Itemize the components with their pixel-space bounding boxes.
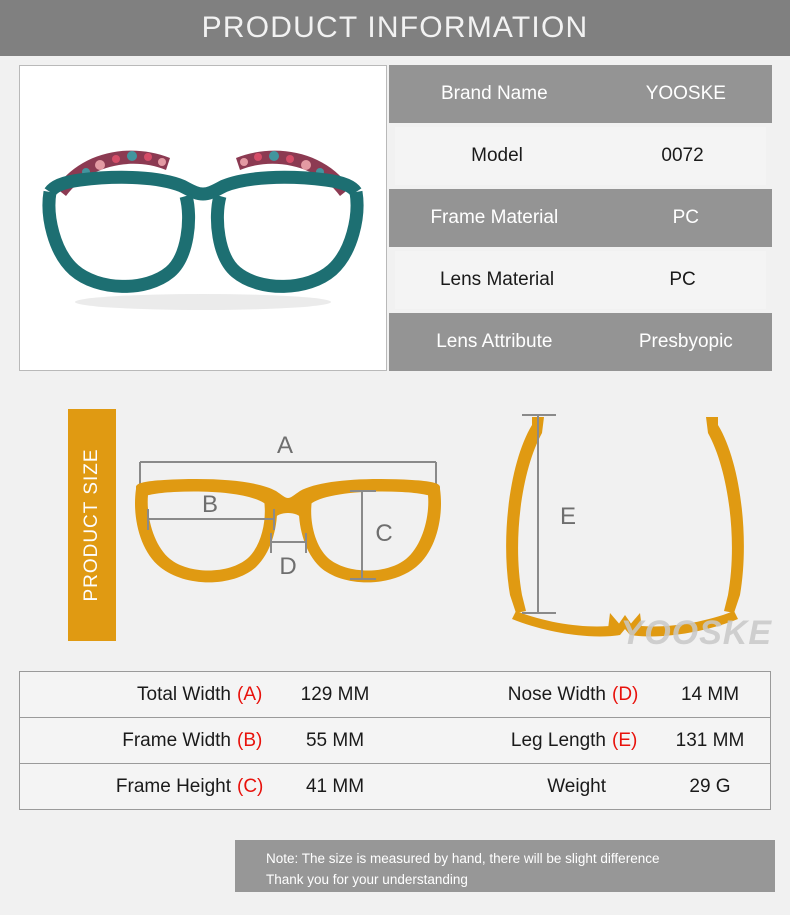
measure-name-leg-length: Leg Length xyxy=(510,729,606,751)
measure-cell-frame-height: Frame Height (C) 41 MM xyxy=(20,764,395,809)
page-header: PRODUCT INFORMATION xyxy=(0,0,790,56)
spec-label-lens-attribute: Lens Attribute xyxy=(436,331,553,352)
measure-value-nose-width: 14 MM xyxy=(680,683,740,705)
measure-name-weight: Weight xyxy=(547,775,606,797)
front-view-diagram: A B D C xyxy=(135,432,441,583)
spec-row-lens-attribute: Lens Attribute Presbyopic xyxy=(389,313,772,371)
svg-text:A: A xyxy=(277,432,293,459)
specification-table: Brand Name YOOSKE Model 0072 Frame Mater… xyxy=(389,65,772,371)
measure-key-leg-length: (E) xyxy=(612,729,638,751)
side-view-diagram: E xyxy=(506,414,744,637)
product-size-band-label: PRODUCT SIZE xyxy=(81,448,102,602)
spec-label-lens-material: Lens Material xyxy=(439,269,555,290)
page-title: PRODUCT INFORMATION xyxy=(201,11,589,44)
table-row: Frame Width (B) 55 MM Leg Length (E) 131… xyxy=(20,718,770,764)
spec-value-frame-material: PC xyxy=(672,207,700,228)
measure-value-total-width: 129 MM xyxy=(300,683,370,705)
measure-key-frame-width: (B) xyxy=(237,729,263,751)
measure-key-frame-height: (C) xyxy=(237,775,264,797)
note-line-1: Note: The size is measured by hand, ther… xyxy=(266,851,660,866)
svg-text:D: D xyxy=(279,553,296,580)
table-row: Frame Height (C) 41 MM Weight 29 G xyxy=(20,764,770,810)
measure-cell-leg-length: Leg Length (E) 131 MM xyxy=(395,718,770,763)
measurement-table: Total Width (A) 129 MM Nose Width (D) 14… xyxy=(19,671,771,810)
measure-value-leg-length: 131 MM xyxy=(675,729,745,751)
spec-value-lens-attribute: Presbyopic xyxy=(638,331,733,352)
spec-row-brand-name: Brand Name YOOSKE xyxy=(389,65,772,123)
eyeglasses-front-photo-illustration xyxy=(20,66,386,370)
measure-name-total-width: Total Width xyxy=(137,683,231,705)
spec-row-model: Model 0072 xyxy=(395,127,766,185)
measure-value-weight: 29 G xyxy=(689,775,731,797)
spec-row-frame-material: Frame Material PC xyxy=(389,189,772,247)
measure-name-frame-width: Frame Width xyxy=(122,729,231,751)
spec-label-model: Model xyxy=(471,145,523,166)
measure-value-frame-height: 41 MM xyxy=(305,775,365,797)
svg-text:E: E xyxy=(560,503,576,530)
spec-value-model: 0072 xyxy=(661,145,704,166)
brand-watermark: YOOSKE xyxy=(620,614,772,652)
product-size-band: PRODUCT SIZE xyxy=(68,409,116,641)
product-overview-section: Brand Name YOOSKE Model 0072 Frame Mater… xyxy=(0,65,790,377)
spec-label-frame-material: Frame Material xyxy=(430,207,559,228)
measurement-note: Note: The size is measured by hand, ther… xyxy=(235,840,775,892)
svg-text:C: C xyxy=(375,520,392,547)
measure-cell-weight: Weight 29 G xyxy=(395,764,770,809)
table-row: Total Width (A) 129 MM Nose Width (D) 14… xyxy=(20,672,770,718)
measure-name-nose-width: Nose Width xyxy=(507,683,606,705)
spec-row-lens-material: Lens Material PC xyxy=(395,251,766,309)
measure-cell-frame-width: Frame Width (B) 55 MM xyxy=(20,718,395,763)
svg-text:B: B xyxy=(202,491,218,518)
product-size-section: PRODUCT SIZE A B D C E YOOSKE xyxy=(0,399,790,661)
product-photo xyxy=(19,65,387,371)
spec-label-brand-name: Brand Name xyxy=(440,83,548,104)
spec-value-brand-name: YOOSKE xyxy=(645,83,726,104)
measure-cell-nose-width: Nose Width (D) 14 MM xyxy=(395,672,770,717)
measure-cell-total-width: Total Width (A) 129 MM xyxy=(20,672,395,717)
note-line-2: Thank you for your understanding xyxy=(266,871,468,887)
measure-key-total-width: (A) xyxy=(237,683,263,705)
measure-key-nose-width: (D) xyxy=(612,683,639,705)
measure-name-frame-height: Frame Height xyxy=(115,775,231,797)
spec-value-lens-material: PC xyxy=(669,269,696,290)
measure-value-frame-width: 55 MM xyxy=(305,729,365,751)
